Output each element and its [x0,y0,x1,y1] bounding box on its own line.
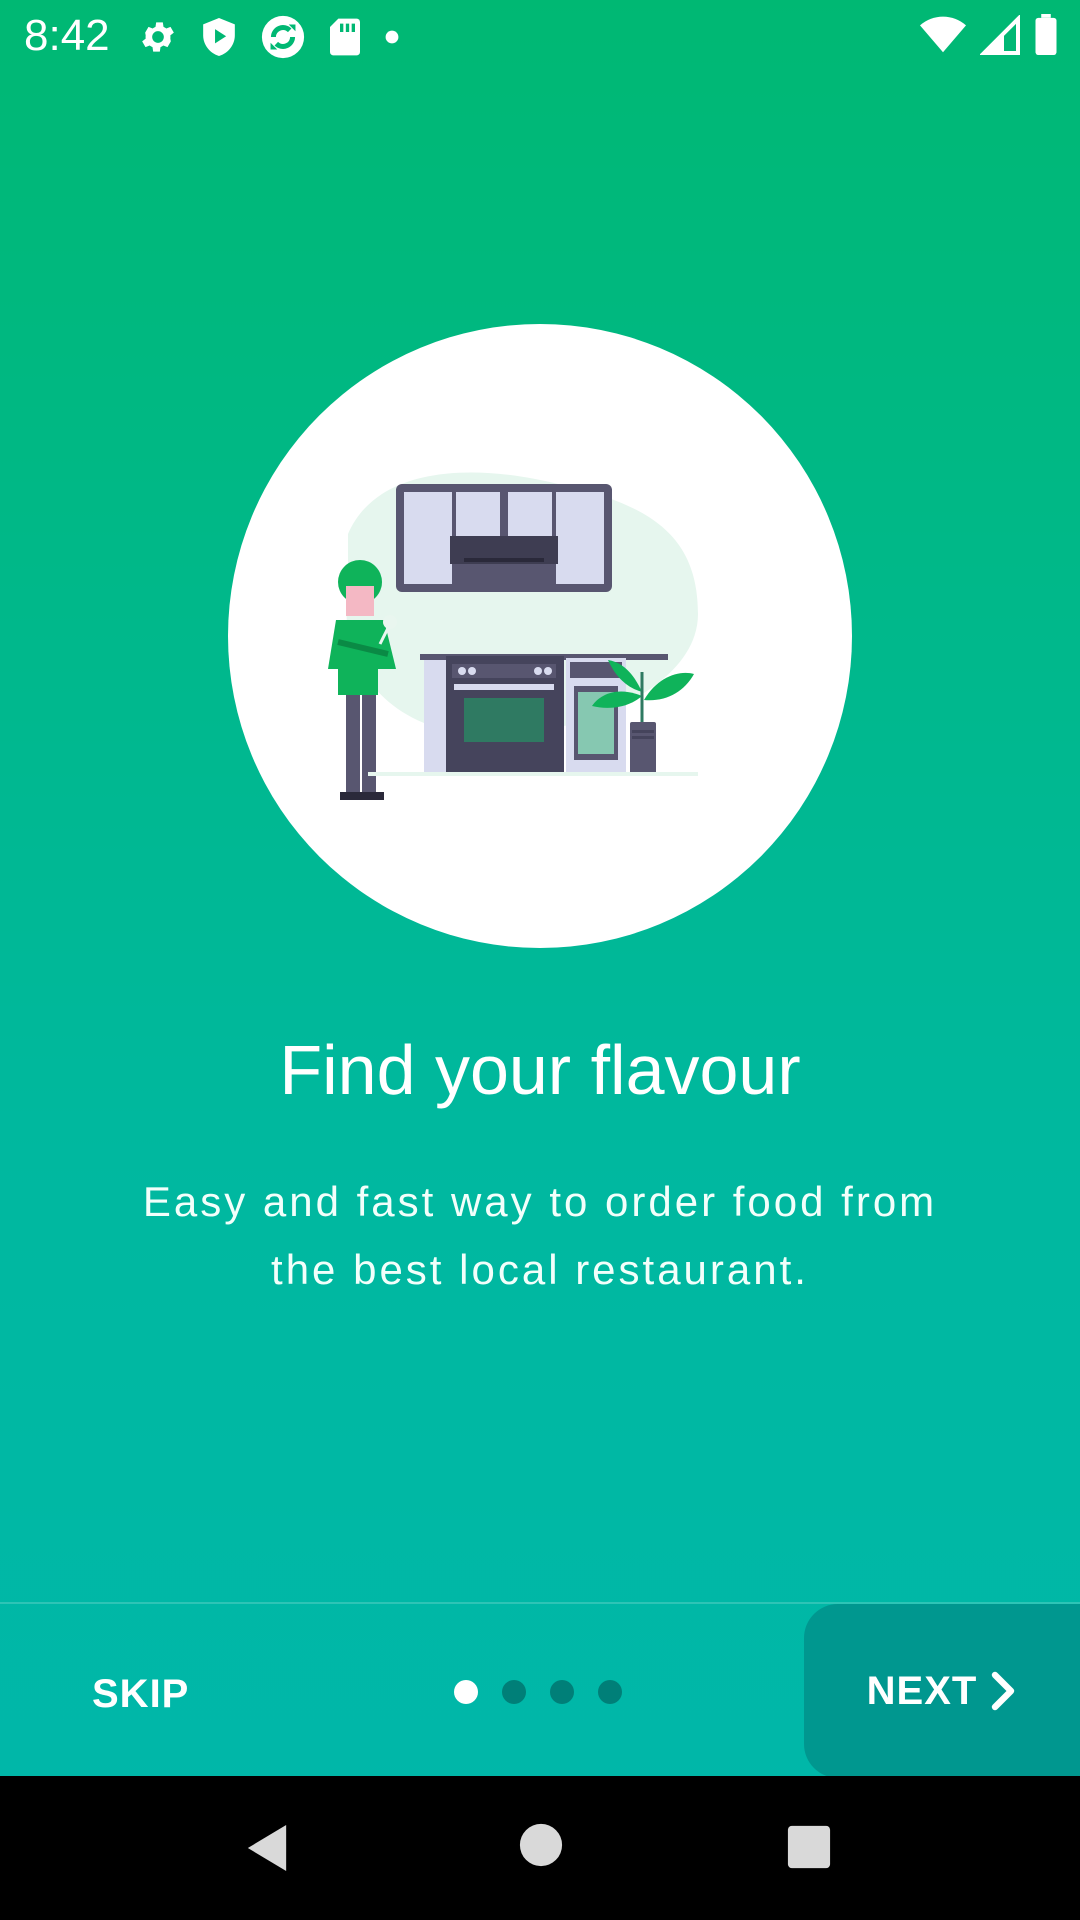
wifi-icon [920,15,966,55]
chevron-right-icon [989,1671,1017,1711]
shield-play-icon [200,16,238,58]
hero-illustration-circle [228,324,852,948]
system-nav-bar [0,1776,1080,1920]
dot-icon [384,29,400,45]
next-label: NEXT [866,1668,978,1713]
status-time: 8:42 [24,11,110,60]
onboarding-title: Find your flavour [279,1031,801,1109]
onboarding-controls: SKIP NEXT [0,1602,1080,1778]
status-icons-right [920,14,1058,56]
page-indicator [454,1680,622,1704]
back-icon[interactable] [244,1822,290,1879]
page-dot-1 [454,1680,478,1704]
status-bar: 8:42 [0,0,1080,72]
recents-icon[interactable] [786,1824,832,1875]
settings-icon [138,17,178,57]
battery-icon [1034,14,1058,56]
next-button[interactable]: NEXT [804,1604,1080,1778]
home-icon[interactable] [518,1822,564,1873]
cell-signal-icon [980,15,1020,55]
sync-icon [260,14,306,60]
onboarding-subtitle: Easy and fast way to order food from the… [142,1178,938,1293]
skip-button[interactable]: SKIP [92,1672,189,1717]
page-dot-3 [550,1680,574,1704]
chef-kitchen-illustration [328,472,698,800]
page-dot-4 [598,1680,622,1704]
status-icons-left [138,14,400,60]
sd-card-icon [328,17,362,57]
page-dot-2 [502,1680,526,1704]
